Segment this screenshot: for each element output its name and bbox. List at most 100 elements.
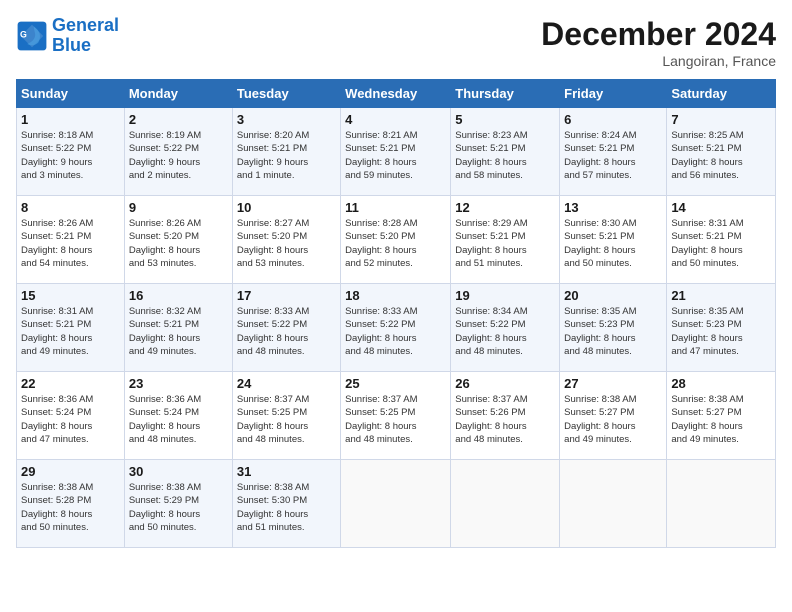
col-monday: Monday — [124, 80, 232, 108]
day-number: 6 — [564, 112, 662, 127]
header-row: Sunday Monday Tuesday Wednesday Thursday… — [17, 80, 776, 108]
day-number: 13 — [564, 200, 662, 215]
day-number: 3 — [237, 112, 336, 127]
month-title: December 2024 — [541, 16, 776, 53]
calendar-cell: 18 Sunrise: 8:33 AM Sunset: 5:22 PM Dayli… — [341, 284, 451, 372]
day-number: 1 — [21, 112, 120, 127]
day-number: 9 — [129, 200, 228, 215]
calendar-cell: 9Sunrise: 8:26 AM Sunset: 5:20 PM Daylig… — [124, 196, 232, 284]
calendar-table: Sunday Monday Tuesday Wednesday Thursday… — [16, 79, 776, 548]
day-info: Sunrise: 8:36 AM Sunset: 5:24 PM Dayligh… — [21, 393, 120, 446]
logo-text: General Blue — [52, 16, 119, 56]
calendar-cell: 11 Sunrise: 8:28 AM Sunset: 5:20 PM Dayli… — [341, 196, 451, 284]
day-number: 29 — [21, 464, 120, 479]
calendar-cell: 25Sunrise: 8:37 AM Sunset: 5:25 PM Dayli… — [341, 372, 451, 460]
day-info: Sunrise: 8:36 AM Sunset: 5:24 PM Dayligh… — [129, 393, 228, 446]
day-info: Sunrise: 8:31 AM Sunset: 5:21 PM Dayligh… — [671, 217, 771, 270]
day-number: 19 — [455, 288, 555, 303]
calendar-cell — [341, 460, 451, 548]
calendar-cell: 6 Sunrise: 8:24 AM Sunset: 5:21 PM Daylig… — [560, 108, 667, 196]
day-info: Sunrise: 8:38 AM Sunset: 5:27 PM Dayligh… — [671, 393, 771, 446]
calendar-cell: 12 Sunrise: 8:29 AM Sunset: 5:21 PM Dayli… — [451, 196, 560, 284]
calendar-cell: 29 Sunrise: 8:38 AM Sunset: 5:28 PM Dayli… — [17, 460, 125, 548]
day-number: 5 — [455, 112, 555, 127]
calendar-week-4: 22 Sunrise: 8:36 AM Sunset: 5:24 PM Dayli… — [17, 372, 776, 460]
title-area: December 2024 Langoiran, France — [541, 16, 776, 69]
page-header: G General Blue December 2024 Langoiran, … — [16, 16, 776, 69]
day-number: 8 — [21, 200, 120, 215]
day-info: Sunrise: 8:21 AM Sunset: 5:21 PM Dayligh… — [345, 129, 446, 182]
calendar-week-3: 15 Sunrise: 8:31 AM Sunset: 5:21 PM Dayli… — [17, 284, 776, 372]
day-info: Sunrise: 8:28 AM Sunset: 5:20 PM Dayligh… — [345, 217, 446, 270]
calendar-cell: 31 Sunrise: 8:38 AM Sunset: 5:30 PM Dayli… — [232, 460, 340, 548]
calendar-cell: 4 Sunrise: 8:21 AM Sunset: 5:21 PM Daylig… — [341, 108, 451, 196]
logo-line1: General — [52, 15, 119, 35]
calendar-cell: 30Sunrise: 8:38 AM Sunset: 5:29 PM Dayli… — [124, 460, 232, 548]
col-friday: Friday — [560, 80, 667, 108]
logo-line2: Blue — [52, 35, 91, 55]
day-info: Sunrise: 8:38 AM Sunset: 5:30 PM Dayligh… — [237, 481, 336, 534]
calendar-body: 1 Sunrise: 8:18 AM Sunset: 5:22 PM Daylig… — [17, 108, 776, 548]
logo-icon: G — [16, 20, 48, 52]
calendar-cell — [667, 460, 776, 548]
day-number: 11 — [345, 200, 446, 215]
calendar-cell: 19 Sunrise: 8:34 AM Sunset: 5:22 PM Dayli… — [451, 284, 560, 372]
day-number: 4 — [345, 112, 446, 127]
col-wednesday: Wednesday — [341, 80, 451, 108]
day-number: 12 — [455, 200, 555, 215]
calendar-cell: 21Sunrise: 8:35 AM Sunset: 5:23 PM Dayli… — [667, 284, 776, 372]
calendar-cell: 22 Sunrise: 8:36 AM Sunset: 5:24 PM Dayli… — [17, 372, 125, 460]
day-number: 10 — [237, 200, 336, 215]
day-info: Sunrise: 8:20 AM Sunset: 5:21 PM Dayligh… — [237, 129, 336, 182]
day-info: Sunrise: 8:35 AM Sunset: 5:23 PM Dayligh… — [564, 305, 662, 358]
day-info: Sunrise: 8:38 AM Sunset: 5:28 PM Dayligh… — [21, 481, 120, 534]
calendar-cell — [451, 460, 560, 548]
day-number: 7 — [671, 112, 771, 127]
calendar-cell: 10 Sunrise: 8:27 AM Sunset: 5:20 PM Dayli… — [232, 196, 340, 284]
day-info: Sunrise: 8:25 AM Sunset: 5:21 PM Dayligh… — [671, 129, 771, 182]
svg-text:G: G — [20, 29, 27, 39]
day-info: Sunrise: 8:33 AM Sunset: 5:22 PM Dayligh… — [237, 305, 336, 358]
calendar-cell: 16Sunrise: 8:32 AM Sunset: 5:21 PM Dayli… — [124, 284, 232, 372]
calendar-cell: 24 Sunrise: 8:37 AM Sunset: 5:25 PM Dayli… — [232, 372, 340, 460]
calendar-cell: 8 Sunrise: 8:26 AM Sunset: 5:21 PM Daylig… — [17, 196, 125, 284]
day-number: 18 — [345, 288, 446, 303]
day-info: Sunrise: 8:37 AM Sunset: 5:25 PM Dayligh… — [345, 393, 446, 446]
day-number: 15 — [21, 288, 120, 303]
day-number: 20 — [564, 288, 662, 303]
calendar-cell — [560, 460, 667, 548]
day-info: Sunrise: 8:34 AM Sunset: 5:22 PM Dayligh… — [455, 305, 555, 358]
day-info: Sunrise: 8:24 AM Sunset: 5:21 PM Dayligh… — [564, 129, 662, 182]
col-saturday: Saturday — [667, 80, 776, 108]
calendar-week-1: 1 Sunrise: 8:18 AM Sunset: 5:22 PM Daylig… — [17, 108, 776, 196]
col-thursday: Thursday — [451, 80, 560, 108]
day-info: Sunrise: 8:29 AM Sunset: 5:21 PM Dayligh… — [455, 217, 555, 270]
calendar-cell: 23Sunrise: 8:36 AM Sunset: 5:24 PM Dayli… — [124, 372, 232, 460]
day-number: 16 — [129, 288, 228, 303]
logo: G General Blue — [16, 16, 119, 56]
col-tuesday: Tuesday — [232, 80, 340, 108]
day-info: Sunrise: 8:31 AM Sunset: 5:21 PM Dayligh… — [21, 305, 120, 358]
calendar-cell: 14 Sunrise: 8:31 AM Sunset: 5:21 PM Dayli… — [667, 196, 776, 284]
day-info: Sunrise: 8:26 AM Sunset: 5:21 PM Dayligh… — [21, 217, 120, 270]
day-number: 24 — [237, 376, 336, 391]
day-info: Sunrise: 8:33 AM Sunset: 5:22 PM Dayligh… — [345, 305, 446, 358]
calendar-cell: 20 Sunrise: 8:35 AM Sunset: 5:23 PM Dayli… — [560, 284, 667, 372]
day-info: Sunrise: 8:18 AM Sunset: 5:22 PM Dayligh… — [21, 129, 120, 182]
day-info: Sunrise: 8:23 AM Sunset: 5:21 PM Dayligh… — [455, 129, 555, 182]
calendar-cell: 26Sunrise: 8:37 AM Sunset: 5:26 PM Dayli… — [451, 372, 560, 460]
day-info: Sunrise: 8:27 AM Sunset: 5:20 PM Dayligh… — [237, 217, 336, 270]
day-number: 26 — [455, 376, 555, 391]
day-number: 30 — [129, 464, 228, 479]
calendar-cell: 17Sunrise: 8:33 AM Sunset: 5:22 PM Dayli… — [232, 284, 340, 372]
day-number: 14 — [671, 200, 771, 215]
day-number: 27 — [564, 376, 662, 391]
col-sunday: Sunday — [17, 80, 125, 108]
calendar-cell: 13Sunrise: 8:30 AM Sunset: 5:21 PM Dayli… — [560, 196, 667, 284]
calendar-cell: 2Sunrise: 8:19 AM Sunset: 5:22 PM Daylig… — [124, 108, 232, 196]
day-number: 31 — [237, 464, 336, 479]
day-number: 22 — [21, 376, 120, 391]
day-info: Sunrise: 8:37 AM Sunset: 5:25 PM Dayligh… — [237, 393, 336, 446]
day-info: Sunrise: 8:19 AM Sunset: 5:22 PM Dayligh… — [129, 129, 228, 182]
location: Langoiran, France — [541, 53, 776, 69]
